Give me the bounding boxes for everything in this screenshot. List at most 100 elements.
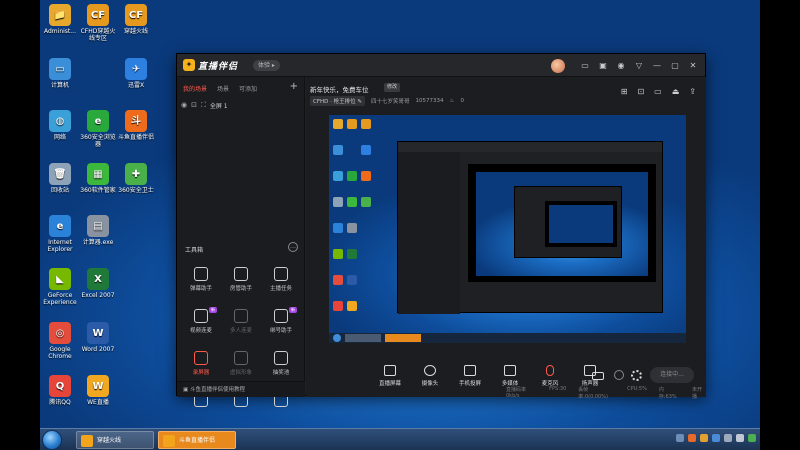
desktop-icon[interactable]: CF 穿越火线 xyxy=(116,4,156,35)
desktop-app-icon: ▤ xyxy=(87,215,109,237)
start-live-button[interactable]: 连接中... xyxy=(650,367,694,383)
source-item[interactable]: ◉ ⊡ ⛶ 全屏 1 xyxy=(181,99,301,111)
capture-button[interactable]: 摄像头 xyxy=(416,365,444,387)
desktop-icon[interactable]: CF CFHD穿越火线专区 xyxy=(78,4,118,42)
bell-icon[interactable]: ⏏ xyxy=(672,87,680,96)
toolbox-more-button[interactable]: … xyxy=(288,242,298,252)
desktop-icon-label: 计算机 xyxy=(50,82,69,89)
menu-icon[interactable]: ▽ xyxy=(633,60,645,72)
preview-desktop-icon xyxy=(347,171,357,181)
toolbox-item[interactable]: 主播任务 xyxy=(261,267,301,299)
layout-icon[interactable]: ⊞ xyxy=(621,87,628,96)
capture-button[interactable]: 手机投屏 xyxy=(456,365,484,387)
tray-icon[interactable] xyxy=(688,434,696,442)
desktop-icon[interactable]: X Excel 2007 xyxy=(78,268,118,299)
fullscreen-icon: ⛶ xyxy=(200,100,206,109)
tool-label: 多人连麦 xyxy=(229,328,252,334)
desktop-icon[interactable]: ◣ GeForce Experience xyxy=(40,268,80,306)
tutorial-icon: ▣ xyxy=(183,387,189,393)
message-icon[interactable]: ▭ xyxy=(579,60,591,72)
tool-icon xyxy=(274,267,288,281)
version-badge[interactable]: 体验 ▸ xyxy=(253,60,280,71)
share-icon[interactable]: ⇪ xyxy=(689,87,696,96)
tray-icon[interactable] xyxy=(736,434,744,442)
preview-desktop-icon xyxy=(333,301,343,311)
taskbar-item-label: 穿越火线 xyxy=(97,437,122,444)
tab-addable[interactable]: 可添加 xyxy=(239,84,257,93)
desktop-icon[interactable]: 📁 Administ... xyxy=(40,4,80,35)
tab-my-scenes[interactable]: 我的场景 xyxy=(183,84,207,93)
tray-icon[interactable] xyxy=(712,434,720,442)
capture-button[interactable]: 直播屏幕 xyxy=(376,365,404,387)
user-avatar[interactable] xyxy=(551,59,565,73)
desktop-app-icon: ▦ xyxy=(87,163,109,185)
live-preview[interactable] xyxy=(329,115,686,343)
toolbox-item[interactable]: 多人连麦 xyxy=(221,309,261,341)
preview-desktop-icon xyxy=(333,275,343,285)
desktop-icon-label: 网络 xyxy=(53,134,66,141)
desktop-icon[interactable]: ✈ 迅雷X xyxy=(116,58,156,89)
desktop-icon[interactable]: ◎ Google Chrome xyxy=(40,322,80,360)
tool-icon xyxy=(274,351,288,365)
mute-icon[interactable] xyxy=(614,370,624,380)
skin-icon[interactable]: ▣ xyxy=(597,60,609,72)
taskbar-item[interactable]: 穿越火线 xyxy=(76,431,154,449)
window-icon[interactable]: ▭ xyxy=(654,87,662,96)
toolbox-item[interactable]: 录屏器 xyxy=(181,351,221,383)
status-item: 直播码率0kb/s xyxy=(506,387,527,399)
tutorial-link[interactable]: ▣ 斗鱼直播伴侣使用教程 xyxy=(177,381,305,397)
toolbox-item[interactable]: 弹幕助手 xyxy=(181,267,221,299)
preview-desktop-icon xyxy=(347,301,357,311)
lock-icon[interactable]: ⊡ xyxy=(191,101,197,109)
visibility-icon[interactable]: ◉ xyxy=(181,101,187,109)
desktop-icon-label: 360安全浏览器 xyxy=(80,134,116,148)
toolbox-item[interactable] xyxy=(261,393,301,425)
tab-scenes[interactable]: 场景 xyxy=(217,84,229,93)
toolbox-item[interactable]: 房管助手 xyxy=(221,267,261,299)
desktop-icon[interactable]: ▤ 计算器.exe xyxy=(78,215,118,246)
settings-icon[interactable]: ◉ xyxy=(615,60,627,72)
desktop-icon[interactable]: ▭ 计算机 xyxy=(40,58,80,89)
desktop-icon[interactable]: W WE直播 xyxy=(78,375,118,406)
tool-label: 主播任务 xyxy=(269,286,292,292)
edit-title-button[interactable]: 修改 xyxy=(384,83,401,92)
add-scene-button[interactable]: + xyxy=(290,81,298,92)
toolbox-item[interactable]: 新视频连麦 xyxy=(181,307,221,341)
toolbox-item[interactable]: 新绑号助手 xyxy=(261,307,301,341)
close-button[interactable]: ✕ xyxy=(687,60,699,72)
desktop-icon[interactable]: W Word 2007 xyxy=(78,322,118,353)
capture-button[interactable]: 麦克风 xyxy=(536,365,564,387)
record-icon[interactable] xyxy=(592,372,604,380)
tray-icon[interactable] xyxy=(724,434,732,442)
desktop-icon[interactable]: e Internet Explorer xyxy=(40,215,80,253)
preview-desktop-icon xyxy=(347,197,357,207)
taskbar-item[interactable]: 斗鱼直播伴侣 xyxy=(158,431,236,449)
toolbox-item[interactable]: 抽奖池 xyxy=(261,351,301,383)
gear-icon[interactable] xyxy=(631,370,642,381)
desktop-app-icon: e xyxy=(87,110,109,132)
nested-preview-2 xyxy=(545,201,617,247)
desktop-icon[interactable]: 斗斗鱼直播伴侣 xyxy=(116,110,156,141)
desktop-icon[interactable]: e 360安全浏览器 xyxy=(78,110,118,148)
toolbox-item[interactable]: 虚拟形象 xyxy=(221,351,261,383)
taskbar: 穿越火线 斗鱼直播伴侣 xyxy=(40,428,760,450)
category-selector[interactable]: CFHD · 枪王排位 ✎ xyxy=(310,96,365,106)
lock-scene-icon[interactable]: ⊡ xyxy=(637,87,644,96)
capture-button[interactable]: 多媒体 xyxy=(496,365,524,387)
fire-icon: ♨ xyxy=(449,98,455,104)
desktop-app-icon: ✈ xyxy=(125,58,147,80)
desktop-icon[interactable]: 🗑 回收站 xyxy=(40,163,80,194)
desktop-icon[interactable]: ▦ 360软件管家 xyxy=(78,163,118,194)
maximize-button[interactable]: ▢ xyxy=(669,60,681,72)
preview-desktop-icon xyxy=(347,223,357,233)
desktop-icon[interactable]: Q 腾讯QQ xyxy=(40,375,80,406)
toolbox-title: 工具箱 xyxy=(185,247,204,254)
desktop-icon[interactable]: ✚ 360安全卫士 xyxy=(116,163,156,194)
tray-icon[interactable] xyxy=(676,434,684,442)
minimize-button[interactable]: — xyxy=(651,60,663,72)
tray-icon[interactable] xyxy=(748,434,756,442)
start-button[interactable] xyxy=(42,430,62,450)
capture-icon xyxy=(464,365,476,376)
tray-icon[interactable] xyxy=(700,434,708,442)
desktop-icon[interactable]: ◍ 网络 xyxy=(40,110,80,141)
